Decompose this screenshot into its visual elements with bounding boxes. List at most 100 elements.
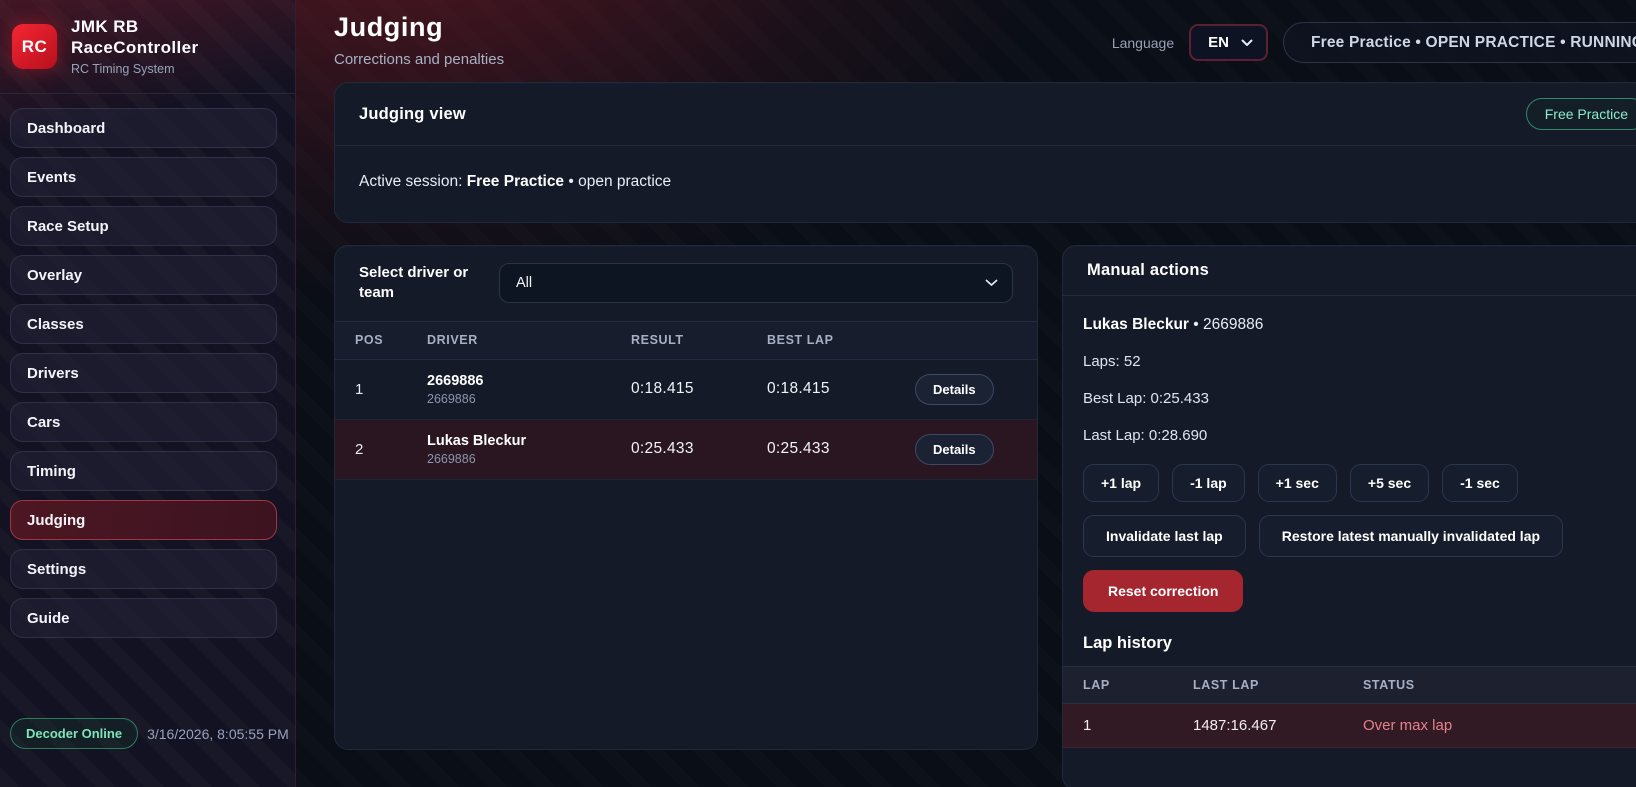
manual-actions-title: Manual actions (1087, 261, 1209, 280)
reset-correction-button[interactable]: Reset correction (1083, 570, 1243, 612)
driver-filter-value: All (516, 275, 532, 291)
sidebar-item-classes[interactable]: Classes (10, 304, 277, 344)
topbar: Judging Corrections and penalties Langua… (334, 12, 1636, 68)
sidebar-item-dashboard[interactable]: Dashboard (10, 108, 277, 148)
active-session-suffix: • open practice (564, 173, 671, 190)
clock-timestamp: 3/16/2026, 8:05:55 PM (147, 726, 289, 742)
brand-subtitle: RC Timing System (71, 62, 198, 76)
logo-text: RC (22, 37, 48, 57)
app-root: RC JMK RB RaceController RC Timing Syste… (0, 0, 1636, 787)
brand-title: JMK RB RaceController (71, 17, 198, 58)
active-session-name: Free Practice (467, 173, 564, 190)
row-result: 0:18.415 (631, 380, 767, 398)
laps-count: Laps: 52 (1083, 353, 1636, 370)
content-columns: Select driver or team All POS DRIVER RES… (334, 245, 1636, 787)
row-best-lap: 0:25.433 (767, 440, 915, 458)
col-header-driver: DRIVER (427, 333, 631, 347)
selected-driver-name: Lukas Bleckur (1083, 316, 1189, 333)
table-row[interactable]: 2 Lukas Bleckur 2669886 0:25.433 0:25.43… (335, 420, 1037, 480)
sidebar-item-timing[interactable]: Timing (10, 451, 277, 491)
details-button[interactable]: Details (915, 434, 994, 465)
brand-text: JMK RB RaceController RC Timing System (71, 17, 198, 76)
sidebar-item-overlay[interactable]: Overlay (10, 255, 277, 295)
lap-history-table: LAP LAST LAP STATUS 1 1487:16.467 Over m… (1063, 666, 1636, 748)
plus-1-lap-button[interactable]: +1 lap (1083, 464, 1159, 502)
best-lap-value: Best Lap: 0:25.433 (1083, 390, 1636, 407)
driver-results-card: Select driver or team All POS DRIVER RES… (334, 245, 1038, 750)
invalidate-last-lap-button[interactable]: Invalidate last lap (1083, 515, 1246, 557)
lap-history-title: Lap history (1083, 634, 1636, 653)
brand-title-line1: JMK RB (71, 17, 198, 38)
page-title: Judging (334, 12, 504, 43)
minus-1-sec-button[interactable]: -1 sec (1442, 464, 1518, 502)
plus-1-sec-button[interactable]: +1 sec (1258, 464, 1337, 502)
sidebar-item-judging[interactable]: Judging (10, 500, 277, 540)
driver-transponder: 2669886 (427, 452, 631, 466)
session-status-pill: Free Practice • OPEN PRACTICE • RUNNING (1283, 22, 1636, 63)
sidebar-nav: Dashboard Events Race Setup Overlay Clas… (0, 108, 295, 638)
session-badge: Free Practice (1526, 98, 1636, 130)
row-result: 0:25.433 (631, 440, 767, 458)
plus-5-sec-button[interactable]: +5 sec (1350, 464, 1429, 502)
col-header-best-lap: BEST LAP (767, 333, 915, 347)
details-button[interactable]: Details (915, 374, 994, 405)
driver-filter-select[interactable]: All (499, 263, 1013, 303)
adjust-buttons-row: +1 lap -1 lap +1 sec +5 sec -1 sec (1083, 464, 1636, 502)
table-row[interactable]: 1 2669886 2669886 0:18.415 0:18.415 Deta… (335, 360, 1037, 420)
col-header-last-lap: LAST LAP (1193, 678, 1363, 692)
sidebar-item-cars[interactable]: Cars (10, 402, 277, 442)
judging-view-title: Judging view (359, 105, 466, 124)
col-header-lap: LAP (1083, 678, 1193, 692)
row-pos: 1 (355, 381, 427, 398)
driver-filter-row: Select driver or team All (335, 246, 1037, 321)
judging-view-card: Judging view Free Practice Active sessio… (334, 82, 1636, 223)
manual-actions-body: Lukas Bleckur • 2669886 Laps: 52 Best La… (1063, 296, 1636, 770)
row-driver: Lukas Bleckur 2669886 (427, 433, 631, 466)
page-subtitle: Corrections and penalties (334, 51, 504, 68)
sidebar-divider (0, 93, 295, 94)
last-lap-value: Last Lap: 0:28.690 (1083, 427, 1636, 444)
lap-history-header: LAP LAST LAP STATUS (1063, 666, 1636, 704)
chevron-down-icon (985, 279, 998, 287)
col-header-status: STATUS (1363, 678, 1636, 692)
main-area: Judging Corrections and penalties Langua… (296, 0, 1636, 787)
manual-actions-header: Manual actions (1063, 246, 1636, 296)
driver-filter-label: Select driver or team (359, 263, 477, 304)
col-header-result: RESULT (631, 333, 767, 347)
brand-title-line2: RaceController (71, 38, 198, 59)
sidebar-item-guide[interactable]: Guide (10, 598, 277, 638)
sidebar-item-settings[interactable]: Settings (10, 549, 277, 589)
decoder-status-badge: Decoder Online (10, 718, 138, 749)
selected-driver-number: • 2669886 (1189, 316, 1263, 333)
row-best-lap: 0:18.415 (767, 380, 915, 398)
row-pos: 2 (355, 441, 427, 458)
col-header-pos: POS (355, 333, 427, 347)
page-head: Judging Corrections and penalties (334, 12, 504, 68)
chevron-down-icon (1241, 39, 1253, 47)
lap-validity-buttons-row: Invalidate last lap Restore latest manua… (1083, 515, 1636, 557)
sidebar-item-race-setup[interactable]: Race Setup (10, 206, 277, 246)
active-session-line: Active session: Free Practice • open pra… (335, 146, 1636, 222)
lap-number: 1 (1083, 717, 1193, 734)
lap-history-row[interactable]: 1 1487:16.467 Over max lap (1063, 704, 1636, 748)
brand: RC JMK RB RaceController RC Timing Syste… (0, 0, 295, 91)
restore-invalidated-lap-button[interactable]: Restore latest manually invalidated lap (1259, 515, 1563, 557)
sidebar: RC JMK RB RaceController RC Timing Syste… (0, 0, 296, 787)
language-value: EN (1208, 34, 1229, 51)
driver-transponder: 2669886 (427, 392, 631, 406)
sidebar-item-events[interactable]: Events (10, 157, 277, 197)
app-logo-icon: RC (12, 24, 57, 69)
language-label: Language (1112, 35, 1174, 51)
row-driver: 2669886 2669886 (427, 373, 631, 406)
results-table-header: POS DRIVER RESULT BEST LAP (335, 321, 1037, 360)
driver-name: Lukas Bleckur (427, 433, 631, 449)
lap-time: 1487:16.467 (1193, 717, 1363, 734)
sidebar-item-drivers[interactable]: Drivers (10, 353, 277, 393)
judging-view-header: Judging view Free Practice (335, 83, 1636, 146)
driver-name: 2669886 (427, 373, 631, 389)
language-select[interactable]: EN (1189, 24, 1268, 61)
sidebar-footer: Decoder Online 3/16/2026, 8:05:55 PM (10, 718, 285, 749)
minus-1-lap-button[interactable]: -1 lap (1172, 464, 1245, 502)
main-content: Judging Corrections and penalties Langua… (334, 12, 1636, 787)
active-session-prefix: Active session: (359, 173, 467, 190)
